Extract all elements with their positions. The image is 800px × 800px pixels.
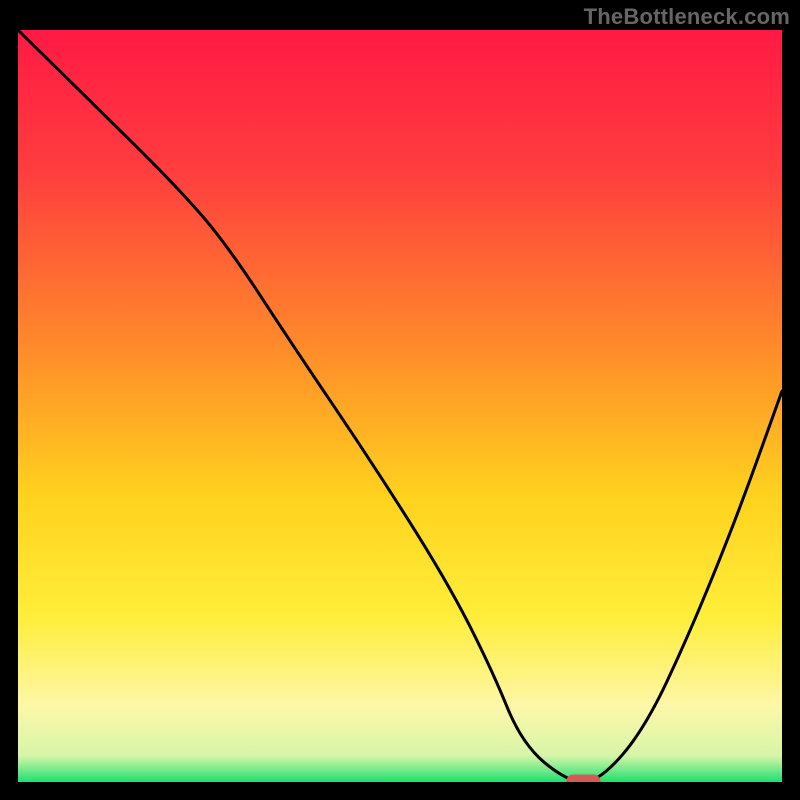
curve-layer: [18, 30, 782, 782]
plot-area: [18, 30, 782, 782]
chart-frame: TheBottleneck.com: [0, 0, 800, 800]
bottleneck-curve: [18, 30, 782, 782]
watermark-text: TheBottleneck.com: [584, 4, 790, 30]
optimal-marker: [566, 775, 600, 783]
